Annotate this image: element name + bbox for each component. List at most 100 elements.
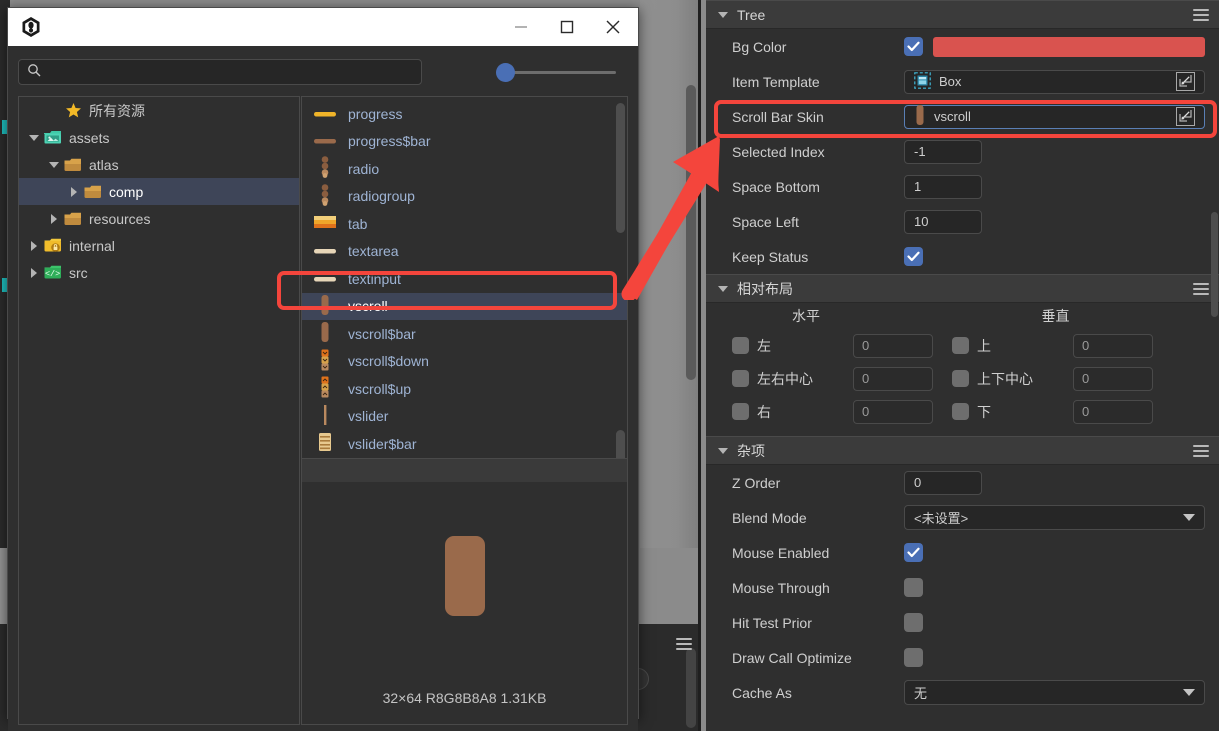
anchor-value: 0 — [1082, 338, 1089, 353]
number-field[interactable]: 10 — [904, 210, 982, 234]
chevron-down-icon[interactable] — [1183, 514, 1195, 521]
slider-thumb[interactable] — [496, 63, 515, 82]
twisty-collapsed-icon[interactable] — [45, 214, 63, 224]
twisty-collapsed-icon[interactable] — [25, 268, 43, 278]
tree-item-resources[interactable]: resources — [19, 205, 299, 232]
anchor-value-field[interactable]: 0 — [1073, 367, 1153, 391]
tree-item-src[interactable]: </>src — [19, 259, 299, 286]
app-logo-icon — [20, 16, 42, 38]
checkbox-unchecked[interactable] — [904, 648, 923, 667]
vbar-icon — [314, 321, 336, 346]
background-vertical-scrollbar-2[interactable] — [686, 648, 696, 728]
checkbox-unchecked[interactable] — [952, 337, 969, 354]
properties-scrollbar[interactable] — [1211, 212, 1218, 317]
asset-item-vscroll[interactable]: vscroll — [302, 293, 627, 321]
code-folder-icon: </> — [44, 265, 62, 280]
maximize-button[interactable] — [544, 9, 590, 45]
search-box[interactable] — [18, 59, 422, 85]
chevron-down-icon[interactable] — [718, 286, 728, 292]
stripes-icon — [314, 215, 336, 232]
tree-item-所有资源[interactable]: 所有资源 — [19, 97, 299, 124]
asset-item-textarea[interactable]: textarea — [302, 238, 627, 266]
asset-item-label: vscroll$bar — [348, 326, 416, 342]
asset-item-vslider[interactable]: vslider — [302, 403, 627, 431]
image-folder-icon — [44, 130, 62, 145]
hamburger-icon[interactable] — [1193, 445, 1209, 457]
twisty-expanded-icon[interactable] — [25, 135, 43, 141]
box-icon — [914, 72, 931, 92]
background-vertical-scrollbar[interactable] — [686, 85, 696, 380]
number-field[interactable]: 1 — [904, 175, 982, 199]
checkbox-unchecked[interactable] — [952, 403, 969, 420]
minimize-button[interactable] — [498, 9, 544, 45]
checkbox-unchecked[interactable] — [732, 403, 749, 420]
checkbox-checked[interactable] — [904, 247, 923, 266]
hamburger-icon[interactable] — [1193, 283, 1209, 295]
anchor-value-field[interactable]: 0 — [853, 367, 933, 391]
pick-icon[interactable] — [1176, 72, 1195, 91]
folder-icon — [63, 212, 83, 226]
checkbox-unchecked[interactable] — [904, 613, 923, 632]
asset-field[interactable]: Box — [904, 70, 1205, 94]
asset-item-label: vslider — [348, 408, 388, 424]
asset-item-textinput[interactable]: textinput — [302, 265, 627, 293]
dialog-titlebar — [8, 8, 638, 46]
number-field[interactable]: -1 — [904, 140, 982, 164]
anchor-value-field[interactable]: 0 — [853, 334, 933, 358]
asset-item-tab[interactable]: tab — [302, 210, 627, 238]
asset-item-vscroll$bar[interactable]: vscroll$bar — [302, 320, 627, 348]
search-input[interactable] — [47, 65, 413, 80]
dropdown[interactable]: <未设置> — [904, 505, 1205, 530]
checkbox-unchecked[interactable] — [904, 578, 923, 597]
number-field[interactable]: 0 — [904, 471, 982, 495]
background-panel-menu-button[interactable] — [676, 638, 692, 650]
asset-item-vscroll$up[interactable]: vscroll$up — [302, 375, 627, 403]
asset-item-vslider$bar[interactable]: vslider$bar — [302, 430, 627, 458]
folder-icon — [64, 158, 82, 172]
thumbnail-size-slider[interactable] — [434, 59, 628, 85]
chevron-down-icon[interactable] — [1183, 689, 1195, 696]
close-button[interactable] — [590, 9, 636, 45]
bar-cream-icon — [314, 243, 336, 259]
asset-item-vscroll$down[interactable]: vscroll$down — [302, 348, 627, 376]
pick-icon[interactable] — [1176, 107, 1195, 126]
folder-tree: 所有资源assetsatlascompresourcesinternal</>s… — [19, 97, 299, 286]
twisty-expanded-icon[interactable] — [45, 162, 63, 168]
asset-item-progress$bar[interactable]: progress$bar — [302, 128, 627, 156]
color-swatch[interactable] — [933, 37, 1205, 57]
anchor-value-field[interactable]: 0 — [1073, 400, 1153, 424]
asset-list-scrollbar-thumb[interactable] — [616, 430, 625, 458]
hamburger-icon[interactable] — [1193, 9, 1209, 21]
relative-layout-headers: 水平垂直 — [706, 303, 1219, 329]
asset-field[interactable]: vscroll — [904, 105, 1205, 129]
dropdown[interactable]: 无 — [904, 680, 1205, 705]
checkbox-unchecked[interactable] — [952, 370, 969, 387]
section-header-Tree[interactable]: Tree — [706, 0, 1219, 29]
checkbox-checked[interactable] — [904, 543, 923, 562]
property-row-hit-test-prior: Hit Test Prior — [706, 605, 1219, 640]
anchor-value-field[interactable]: 0 — [1073, 334, 1153, 358]
section-header-杂项[interactable]: 杂项 — [706, 436, 1219, 465]
asset-item-radiogroup[interactable]: radiogroup — [302, 183, 627, 211]
folder-icon — [84, 185, 102, 199]
chevron-down-icon[interactable] — [718, 12, 728, 18]
tree-item-internal[interactable]: internal — [19, 232, 299, 259]
tree-item-comp[interactable]: comp — [19, 178, 299, 205]
asset-item-progress[interactable]: progress — [302, 100, 627, 128]
asset-item-radio[interactable]: radio — [302, 155, 627, 183]
property-row-space-left: Space Left10 — [706, 204, 1219, 239]
tree-item-atlas[interactable]: atlas — [19, 151, 299, 178]
dots-icon — [320, 184, 330, 209]
twisty-collapsed-icon[interactable] — [65, 187, 83, 197]
star-icon — [65, 102, 82, 119]
checkbox-unchecked[interactable] — [732, 337, 749, 354]
asset-list-scrollbar-thumb-top[interactable] — [616, 103, 625, 233]
twisty-collapsed-icon[interactable] — [25, 241, 43, 251]
section-header-相对布局[interactable]: 相对布局 — [706, 274, 1219, 303]
chevron-down-icon[interactable] — [718, 448, 728, 454]
checkbox-checked[interactable] — [904, 37, 923, 56]
lock-folder-icon — [44, 238, 62, 253]
tree-item-assets[interactable]: assets — [19, 124, 299, 151]
checkbox-unchecked[interactable] — [732, 370, 749, 387]
anchor-value-field[interactable]: 0 — [853, 400, 933, 424]
